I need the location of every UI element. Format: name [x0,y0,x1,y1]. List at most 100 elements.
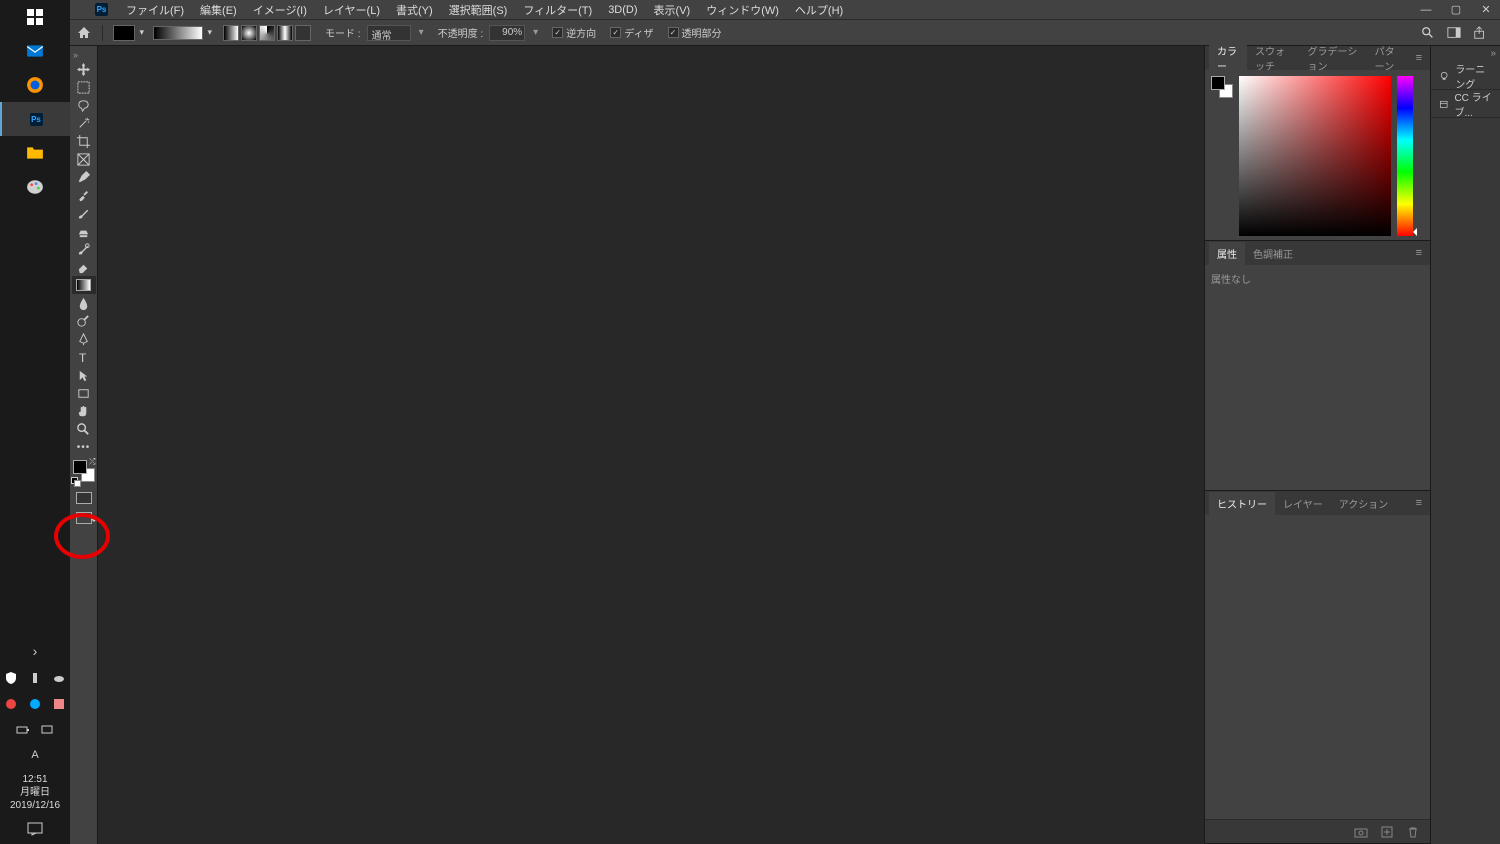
tray-icon-1[interactable] [4,697,18,711]
taskbar-photoshop[interactable]: Ps [0,102,70,136]
path-selection-tool[interactable] [72,366,96,384]
panel-menu-icon[interactable]: ≡ [1412,52,1426,64]
radial-gradient-button[interactable] [241,25,257,41]
gradient-preview[interactable] [153,26,203,40]
angle-gradient-button[interactable] [259,25,275,41]
transparency-checkbox[interactable]: ✓透明部分 [668,25,722,40]
snapshot-icon[interactable] [1354,825,1368,839]
diamond-gradient-button[interactable] [295,25,311,41]
notifications-icon[interactable] [27,822,43,836]
zoom-tool[interactable] [72,420,96,438]
svg-text:T: T [79,351,87,365]
history-brush-tool[interactable] [72,240,96,258]
edit-toolbar[interactable]: ••• [72,438,96,456]
brush-tool[interactable] [72,204,96,222]
magic-wand-tool[interactable] [72,114,96,132]
gradient-tool[interactable] [72,276,96,294]
text-tool[interactable]: T [72,348,96,366]
search-icon[interactable] [1420,25,1436,41]
healing-brush-tool[interactable] [72,186,96,204]
dodge-tool[interactable] [72,312,96,330]
reverse-checkbox[interactable]: ✓逆方向 [552,25,596,40]
minimize-button[interactable]: — [1420,4,1432,16]
right-panel-column: カラー スウォッチ グラデーション パターン ≡ 属性 [1204,46,1430,844]
start-button[interactable] [0,0,70,34]
frame-tool[interactable] [72,150,96,168]
screen-mode-button[interactable] [72,504,96,522]
ime-icon[interactable]: A [31,749,38,761]
hand-tool[interactable] [72,402,96,420]
crop-tool[interactable] [72,132,96,150]
libraries-icon [1439,97,1448,111]
color-panel: カラー スウォッチ グラデーション パターン ≡ [1205,46,1430,241]
taskbar-expand[interactable]: › [33,643,38,659]
panel-menu-icon[interactable]: ≡ [1412,247,1426,259]
menu-image[interactable]: イメージ(I) [245,2,315,18]
new-state-icon[interactable] [1380,825,1394,839]
cc-libraries-button[interactable]: CC ライブ... [1431,90,1500,118]
menu-window[interactable]: ウィンドウ(W) [698,2,787,18]
quick-mask-button[interactable] [72,486,96,504]
tab-history[interactable]: ヒストリー [1209,492,1275,515]
collapse-icon[interactable]: » [1490,48,1496,60]
share-icon[interactable] [1472,25,1488,41]
default-colors-icon[interactable] [71,477,79,485]
menu-file[interactable]: ファイル(F) [118,2,192,18]
dither-checkbox[interactable]: ✓ディザ [610,25,653,40]
cloud-icon[interactable] [52,671,66,685]
taskbar-clock[interactable]: 12:51 月曜日 2019/12/16 [10,773,60,812]
learning-panel-button[interactable]: ラーニング [1431,62,1500,90]
reflected-gradient-button[interactable] [277,25,293,41]
tab-properties[interactable]: 属性 [1209,242,1245,265]
home-icon[interactable] [76,25,92,41]
tab-adjustments[interactable]: 色調補正 [1245,242,1301,265]
menu-filter[interactable]: フィルター(T) [515,2,600,18]
saturation-value-picker[interactable] [1239,76,1391,236]
usb-icon[interactable] [28,671,42,685]
tray-icon-2[interactable] [28,697,42,711]
mode-select[interactable]: 通常 [367,25,411,41]
eraser-tool[interactable] [72,258,96,276]
menu-view[interactable]: 表示(V) [646,2,699,18]
pen-tool[interactable] [72,330,96,348]
properties-panel: 属性 色調補正 ≡ 属性なし [1205,241,1430,491]
lasso-tool[interactable] [72,96,96,114]
hue-slider[interactable] [1397,76,1413,236]
foreground-color[interactable] [73,460,87,474]
gradient-swatch[interactable] [113,25,135,41]
trash-icon[interactable] [1406,825,1420,839]
tray-icon-3[interactable] [52,697,66,711]
menu-type[interactable]: 書式(Y) [388,2,441,18]
move-tool[interactable] [72,60,96,78]
panel-color-swatches[interactable] [1211,76,1233,98]
marquee-tool[interactable] [72,78,96,96]
color-swatches[interactable]: ⤮ [73,460,95,482]
menu-select[interactable]: 選択範囲(S) [441,2,516,18]
maximize-button[interactable]: ▢ [1450,4,1462,16]
shape-tool[interactable] [72,384,96,402]
network-icon[interactable] [40,723,54,737]
menu-layer[interactable]: レイヤー(L) [315,2,388,18]
shield-icon[interactable] [4,671,18,685]
menu-edit[interactable]: 編集(E) [192,2,245,18]
swap-colors-icon[interactable]: ⤮ [89,457,95,467]
blur-tool[interactable] [72,294,96,312]
close-button[interactable]: ✕ [1480,4,1492,16]
opacity-input[interactable]: 90% [489,25,525,41]
firefox-icon [26,76,44,94]
taskbar-explorer[interactable] [0,136,70,170]
workspace-icon[interactable] [1446,25,1462,41]
taskbar-paint[interactable] [0,170,70,204]
taskbar-firefox[interactable] [0,68,70,102]
canvas-area[interactable] [98,46,1204,844]
menu-help[interactable]: ヘルプ(H) [787,2,851,18]
panel-menu-icon[interactable]: ≡ [1412,497,1426,509]
linear-gradient-button[interactable] [223,25,239,41]
taskbar-mail[interactable] [0,34,70,68]
tab-actions[interactable]: アクション [1331,492,1397,515]
clone-stamp-tool[interactable] [72,222,96,240]
eyedropper-tool[interactable] [72,168,96,186]
menu-3d[interactable]: 3D(D) [600,4,645,16]
tab-layers[interactable]: レイヤー [1275,492,1331,515]
battery-icon[interactable] [16,723,30,737]
